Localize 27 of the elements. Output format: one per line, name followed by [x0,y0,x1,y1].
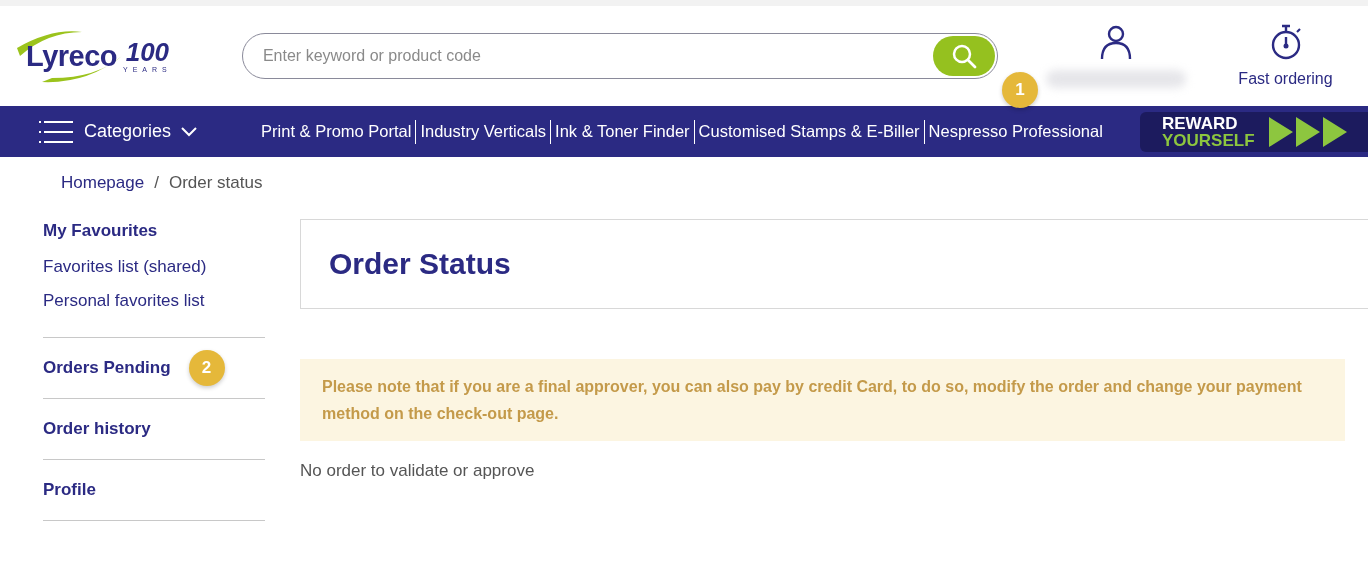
nav-link[interactable]: Nespresso Professional [924,122,1107,141]
nav-link[interactable]: Industry Verticals [416,122,551,141]
sidebar-heading[interactable]: My Favourites [43,221,158,241]
breadcrumb-current: Order status [168,173,263,193]
categories-menu[interactable]: Categories [38,119,198,144]
reward-banner[interactable]: REWARD YOURSELF [1140,111,1368,152]
page-title: Order Status [329,247,511,281]
nav-link[interactable]: Print & Promo Portal [257,122,416,141]
menu-icon [38,119,74,144]
chevron-down-icon [181,126,198,137]
user-icon[interactable] [1098,24,1133,60]
notice-message: Please note that if you are a final approver, you can also pay by credit Card, to do so, modify the order and change your payment method on the check-out page. [300,359,1345,441]
arrows-icon [1266,114,1349,149]
step-marker: 2 [188,350,225,386]
breadcrumb-separator: / [154,173,159,193]
nav-link[interactable]: Ink & Toner Finder [551,122,694,141]
nav-link[interactable]: Customised Stamps & E-Biller [694,122,924,141]
search-icon [951,43,977,69]
sidebar-link[interactable]: Personal favorites list [43,291,265,311]
step-marker: 1 [1002,72,1038,108]
sidebar-heading[interactable]: Orders Pending [43,358,171,378]
sidebar-heading[interactable]: Order history [43,419,151,439]
action-label[interactable]: Fast ordering [1238,70,1333,88]
sidebar-link[interactable]: Favorites list (shared) [43,257,265,277]
empty-message: No order to validate or approve [300,461,536,481]
breadcrumb-link[interactable]: Homepage [61,173,145,193]
sidebar-heading[interactable]: Profile [43,480,96,500]
